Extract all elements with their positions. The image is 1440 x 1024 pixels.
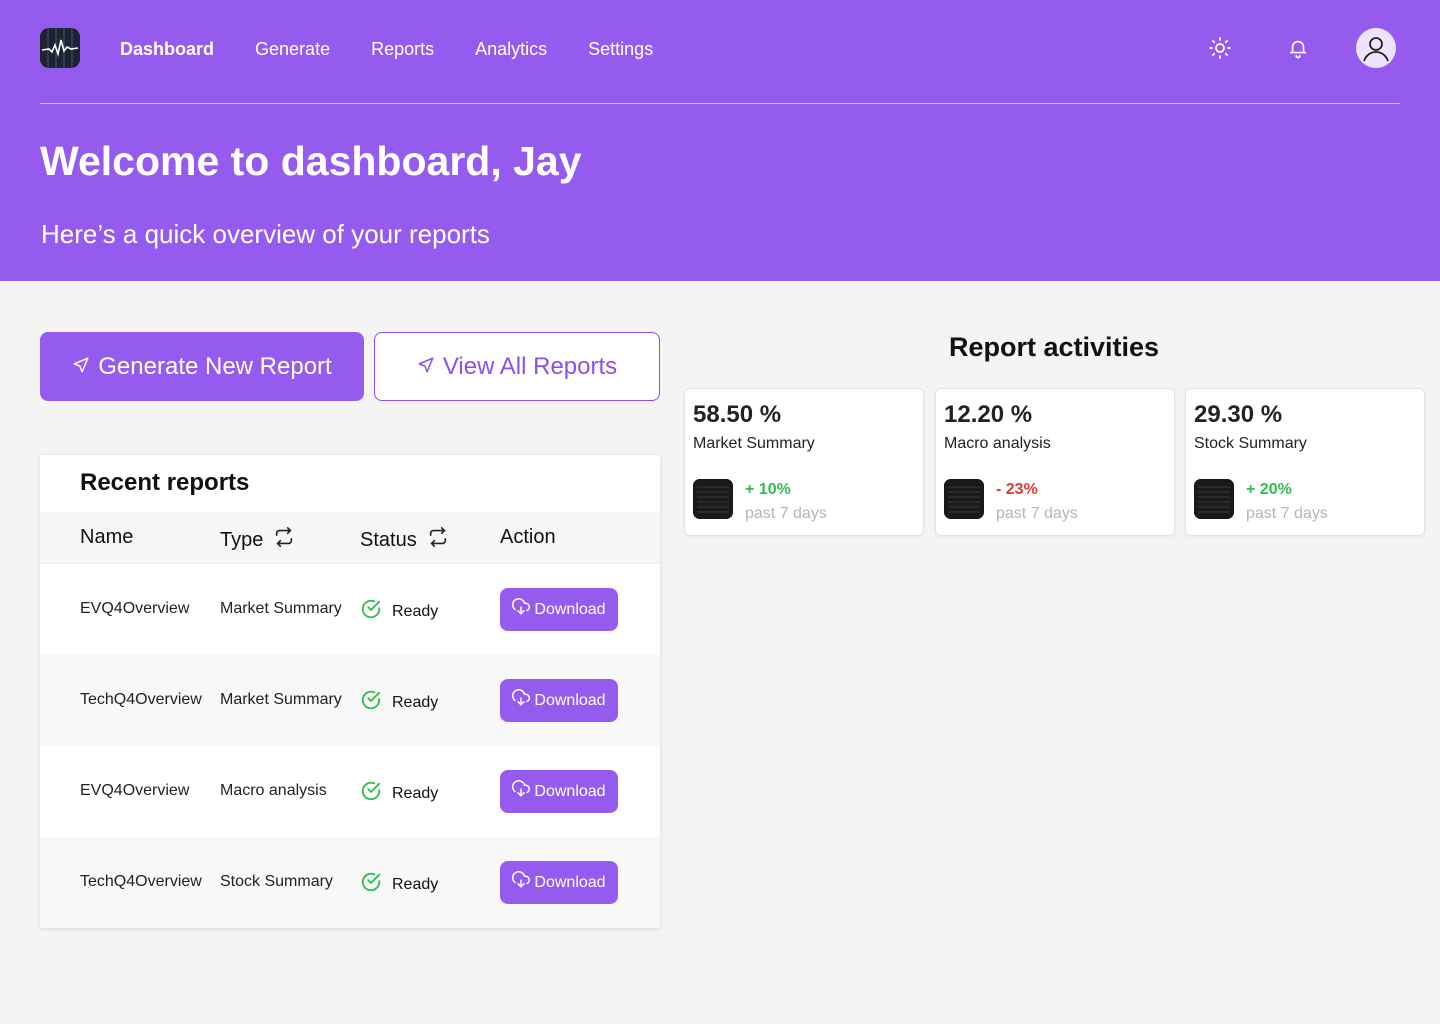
activity-period: past 7 days bbox=[745, 505, 827, 522]
table-header: Name Type Status Action bbox=[40, 512, 660, 564]
activity-change: + 10% bbox=[745, 481, 791, 498]
activity-card-stock-summary[interactable]: 29.30 % Stock Summary + 20% past 7 days bbox=[1185, 388, 1425, 536]
generate-new-report-button[interactable]: Generate New Report bbox=[40, 332, 364, 401]
status-label: Ready bbox=[392, 693, 439, 711]
nav-item-dashboard[interactable]: Dashboard bbox=[120, 36, 214, 62]
report-name: EVQ4Overview bbox=[80, 600, 190, 617]
download-button[interactable]: Download bbox=[500, 770, 618, 813]
column-header-label: Status bbox=[360, 528, 417, 551]
column-header-name: Name bbox=[80, 526, 133, 549]
page-title: Welcome to dashboard, Jay bbox=[40, 138, 582, 184]
download-label: Download bbox=[534, 691, 606, 709]
column-header-action: Action bbox=[500, 526, 556, 549]
download-label: Download bbox=[534, 600, 606, 618]
report-name: TechQ4Overview bbox=[80, 691, 202, 708]
table-row: EVQ4Overview Macro analysis Ready Downlo… bbox=[40, 746, 660, 837]
recent-reports-panel: Recent reports Name Type Status Action E… bbox=[40, 455, 660, 928]
activity-period: past 7 days bbox=[1246, 505, 1328, 522]
report-name: TechQ4Overview bbox=[80, 873, 202, 890]
bell-icon[interactable] bbox=[1284, 34, 1312, 62]
activity-name: Macro analysis bbox=[944, 435, 1051, 452]
activity-name: Market Summary bbox=[693, 435, 815, 452]
activity-period: past 7 days bbox=[996, 505, 1078, 522]
send-icon bbox=[417, 353, 435, 381]
nav-item-settings[interactable]: Settings bbox=[588, 36, 653, 62]
status-badge: Ready bbox=[360, 689, 438, 716]
activity-percent: 29.30 % bbox=[1194, 401, 1283, 428]
status-badge: Ready bbox=[360, 598, 438, 625]
check-circle-icon bbox=[360, 689, 382, 716]
report-thumbnail bbox=[944, 479, 984, 519]
page-subtitle: Here’s a quick overview of your reports bbox=[41, 219, 490, 249]
report-thumbnail bbox=[1194, 479, 1234, 519]
download-label: Download bbox=[534, 873, 606, 891]
column-header-status[interactable]: Status bbox=[360, 526, 449, 554]
activity-card-market-summary[interactable]: 58.50 % Market Summary + 10% past 7 days bbox=[684, 388, 924, 536]
nav-item-analytics[interactable]: Analytics bbox=[475, 36, 547, 62]
cloud-download-icon bbox=[512, 689, 531, 712]
view-all-reports-label: View All Reports bbox=[442, 352, 618, 380]
view-all-reports-button[interactable]: View All Reports bbox=[374, 332, 660, 401]
header-divider bbox=[40, 103, 1400, 104]
report-type: Macro analysis bbox=[220, 782, 327, 799]
recent-reports-title: Recent reports bbox=[80, 469, 250, 496]
download-button[interactable]: Download bbox=[500, 679, 618, 722]
sort-icon[interactable] bbox=[427, 526, 449, 554]
table-row: EVQ4Overview Market Summary Ready Downlo… bbox=[40, 564, 660, 655]
activity-percent: 12.20 % bbox=[944, 401, 1033, 428]
report-thumbnail bbox=[693, 479, 733, 519]
report-type: Market Summary bbox=[220, 600, 342, 617]
user-avatar-icon[interactable] bbox=[1356, 28, 1396, 68]
generate-new-report-label: Generate New Report bbox=[98, 352, 332, 380]
activity-change: - 23% bbox=[996, 481, 1038, 498]
activity-name: Stock Summary bbox=[1194, 435, 1307, 452]
report-type: Stock Summary bbox=[220, 873, 333, 890]
activity-change: + 20% bbox=[1246, 481, 1292, 498]
cloud-download-icon bbox=[512, 598, 531, 621]
status-label: Ready bbox=[392, 875, 439, 893]
download-button[interactable]: Download bbox=[500, 588, 618, 631]
sort-icon[interactable] bbox=[273, 526, 295, 554]
check-circle-icon bbox=[360, 598, 382, 625]
main-nav: Dashboard Generate Reports Analytics Set… bbox=[120, 36, 653, 62]
column-header-type[interactable]: Type bbox=[220, 526, 295, 554]
status-badge: Ready bbox=[360, 871, 438, 898]
report-type: Market Summary bbox=[220, 691, 342, 708]
app-logo[interactable] bbox=[40, 28, 80, 68]
dashboard-header: Dashboard Generate Reports Analytics Set… bbox=[0, 0, 1440, 281]
nav-item-reports[interactable]: Reports bbox=[371, 36, 434, 62]
send-icon bbox=[72, 353, 90, 381]
table-row: TechQ4Overview Stock Summary Ready Downl… bbox=[40, 837, 660, 928]
status-badge: Ready bbox=[360, 780, 438, 807]
report-activities-title: Report activities bbox=[948, 332, 1160, 362]
download-button[interactable]: Download bbox=[500, 861, 618, 904]
report-name: EVQ4Overview bbox=[80, 782, 190, 799]
column-header-label: Action bbox=[500, 526, 556, 548]
cloud-download-icon bbox=[512, 780, 531, 803]
column-header-label: Type bbox=[220, 528, 264, 551]
cloud-download-icon bbox=[512, 871, 531, 894]
status-label: Ready bbox=[392, 784, 439, 802]
check-circle-icon bbox=[360, 780, 382, 807]
status-label: Ready bbox=[392, 602, 439, 620]
table-row: TechQ4Overview Market Summary Ready Down… bbox=[40, 655, 660, 746]
sun-icon[interactable] bbox=[1206, 34, 1234, 62]
column-header-label: Name bbox=[80, 526, 134, 548]
activity-card-macro-analysis[interactable]: 12.20 % Macro analysis - 23% past 7 days bbox=[935, 388, 1175, 536]
activity-percent: 58.50 % bbox=[693, 401, 782, 428]
check-circle-icon bbox=[360, 871, 382, 898]
nav-item-generate[interactable]: Generate bbox=[255, 36, 330, 62]
download-label: Download bbox=[534, 782, 606, 800]
